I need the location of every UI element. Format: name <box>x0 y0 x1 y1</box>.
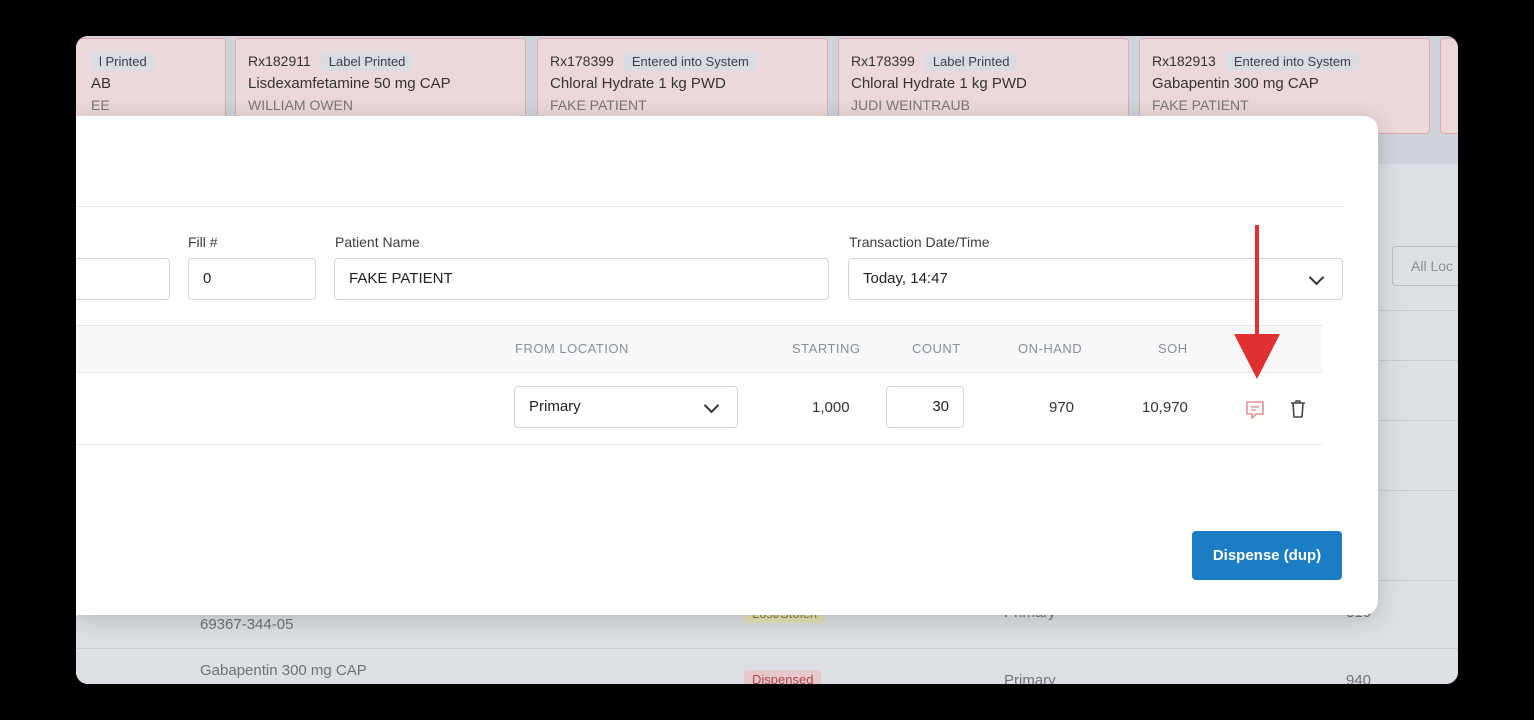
ndc-text: 69367-344-05 <box>200 616 294 633</box>
count-input[interactable]: 30 <box>886 386 964 428</box>
status-badge: Entered into System <box>1225 52 1359 71</box>
soh-value: 10,970 <box>1142 399 1188 416</box>
status-badge: l Printed <box>91 52 155 71</box>
patient-name-input[interactable]: FAKE PATIENT <box>334 258 829 300</box>
soh-header: SOH <box>1158 341 1188 356</box>
chevron-down-icon <box>703 397 720 414</box>
status-badge: Label Printed <box>320 52 414 71</box>
rx-number: Rx182911 <box>248 53 311 69</box>
rx-drug: Lisdexamfetamine 50 mg CAP <box>248 75 451 92</box>
rx-patient: EE <box>91 97 110 113</box>
transaction-date-select[interactable]: Today, 14:47 <box>848 258 1343 300</box>
rx-patient: WILLIAM OWEN <box>248 97 354 113</box>
line-items-header: FROM LOCATION STARTING COUNT ON-HAND SOH <box>76 325 1323 373</box>
count-header: COUNT <box>912 341 961 356</box>
app-window: l Printed AB EE Rx182911 Label Printed Li… <box>76 36 1458 684</box>
transaction-date-label: Transaction Date/Time <box>849 234 990 250</box>
drug-text: Gabapentin 300 mg CAP <box>200 662 367 679</box>
rx-drug: Gabapentin 300 mg CAP <box>1152 75 1319 92</box>
patient-name-label: Patient Name <box>335 234 420 250</box>
divider <box>76 206 1343 207</box>
rx-number: Rx178399 <box>851 53 915 69</box>
rx-card[interactable] <box>1440 38 1458 134</box>
status-badge: Dispensed <box>744 670 822 684</box>
annotation-arrow-head <box>1234 334 1280 379</box>
dispense-modal: Fill # 0 Patient Name FAKE PATIENT Trans… <box>76 116 1378 615</box>
starting-header: STARTING <box>792 341 861 356</box>
rx-number: Rx178399 <box>550 53 614 69</box>
quantity-text: 940 <box>1346 672 1372 684</box>
from-location-select[interactable]: Primary <box>514 386 738 428</box>
line-item-row: Primary 1,000 30 970 10,970 <box>76 372 1323 445</box>
status-badge: Label Printed <box>924 52 1018 71</box>
rx-field[interactable] <box>76 258 170 300</box>
on-hand-header: ON-HAND <box>1018 341 1083 356</box>
fill-number-input[interactable]: 0 <box>188 258 316 300</box>
transaction-date-value: Today, 14:47 <box>863 270 948 287</box>
rx-drug: AB <box>91 75 112 92</box>
rx-drug: Chloral Hydrate 1 kg PWD <box>550 75 726 92</box>
rx-drug: Chloral Hydrate 1 kg PWD <box>851 75 1027 92</box>
trash-icon[interactable] <box>1287 398 1309 425</box>
starting-value: 1,000 <box>812 399 850 416</box>
from-location-header: FROM LOCATION <box>515 341 629 356</box>
rx-patient: FAKE PATIENT <box>1152 97 1249 113</box>
chevron-down-icon <box>1308 269 1325 286</box>
fill-label: Fill # <box>188 234 218 250</box>
status-badge: Entered into System <box>623 52 757 71</box>
rx-patient: JUDI WEINTRAUB <box>851 97 970 113</box>
note-icon[interactable] <box>1244 399 1266 426</box>
rx-patient: FAKE PATIENT <box>550 97 647 113</box>
rx-number: Rx182913 <box>1152 53 1216 69</box>
from-location-value: Primary <box>529 398 581 415</box>
annotation-arrow-shaft <box>1255 225 1259 350</box>
dispense-button[interactable]: Dispense (dup) <box>1192 531 1342 580</box>
on-hand-value: 970 <box>1049 399 1075 416</box>
location-text: Primary <box>1004 672 1056 684</box>
location-filter[interactable]: All Loc <box>1392 246 1458 286</box>
